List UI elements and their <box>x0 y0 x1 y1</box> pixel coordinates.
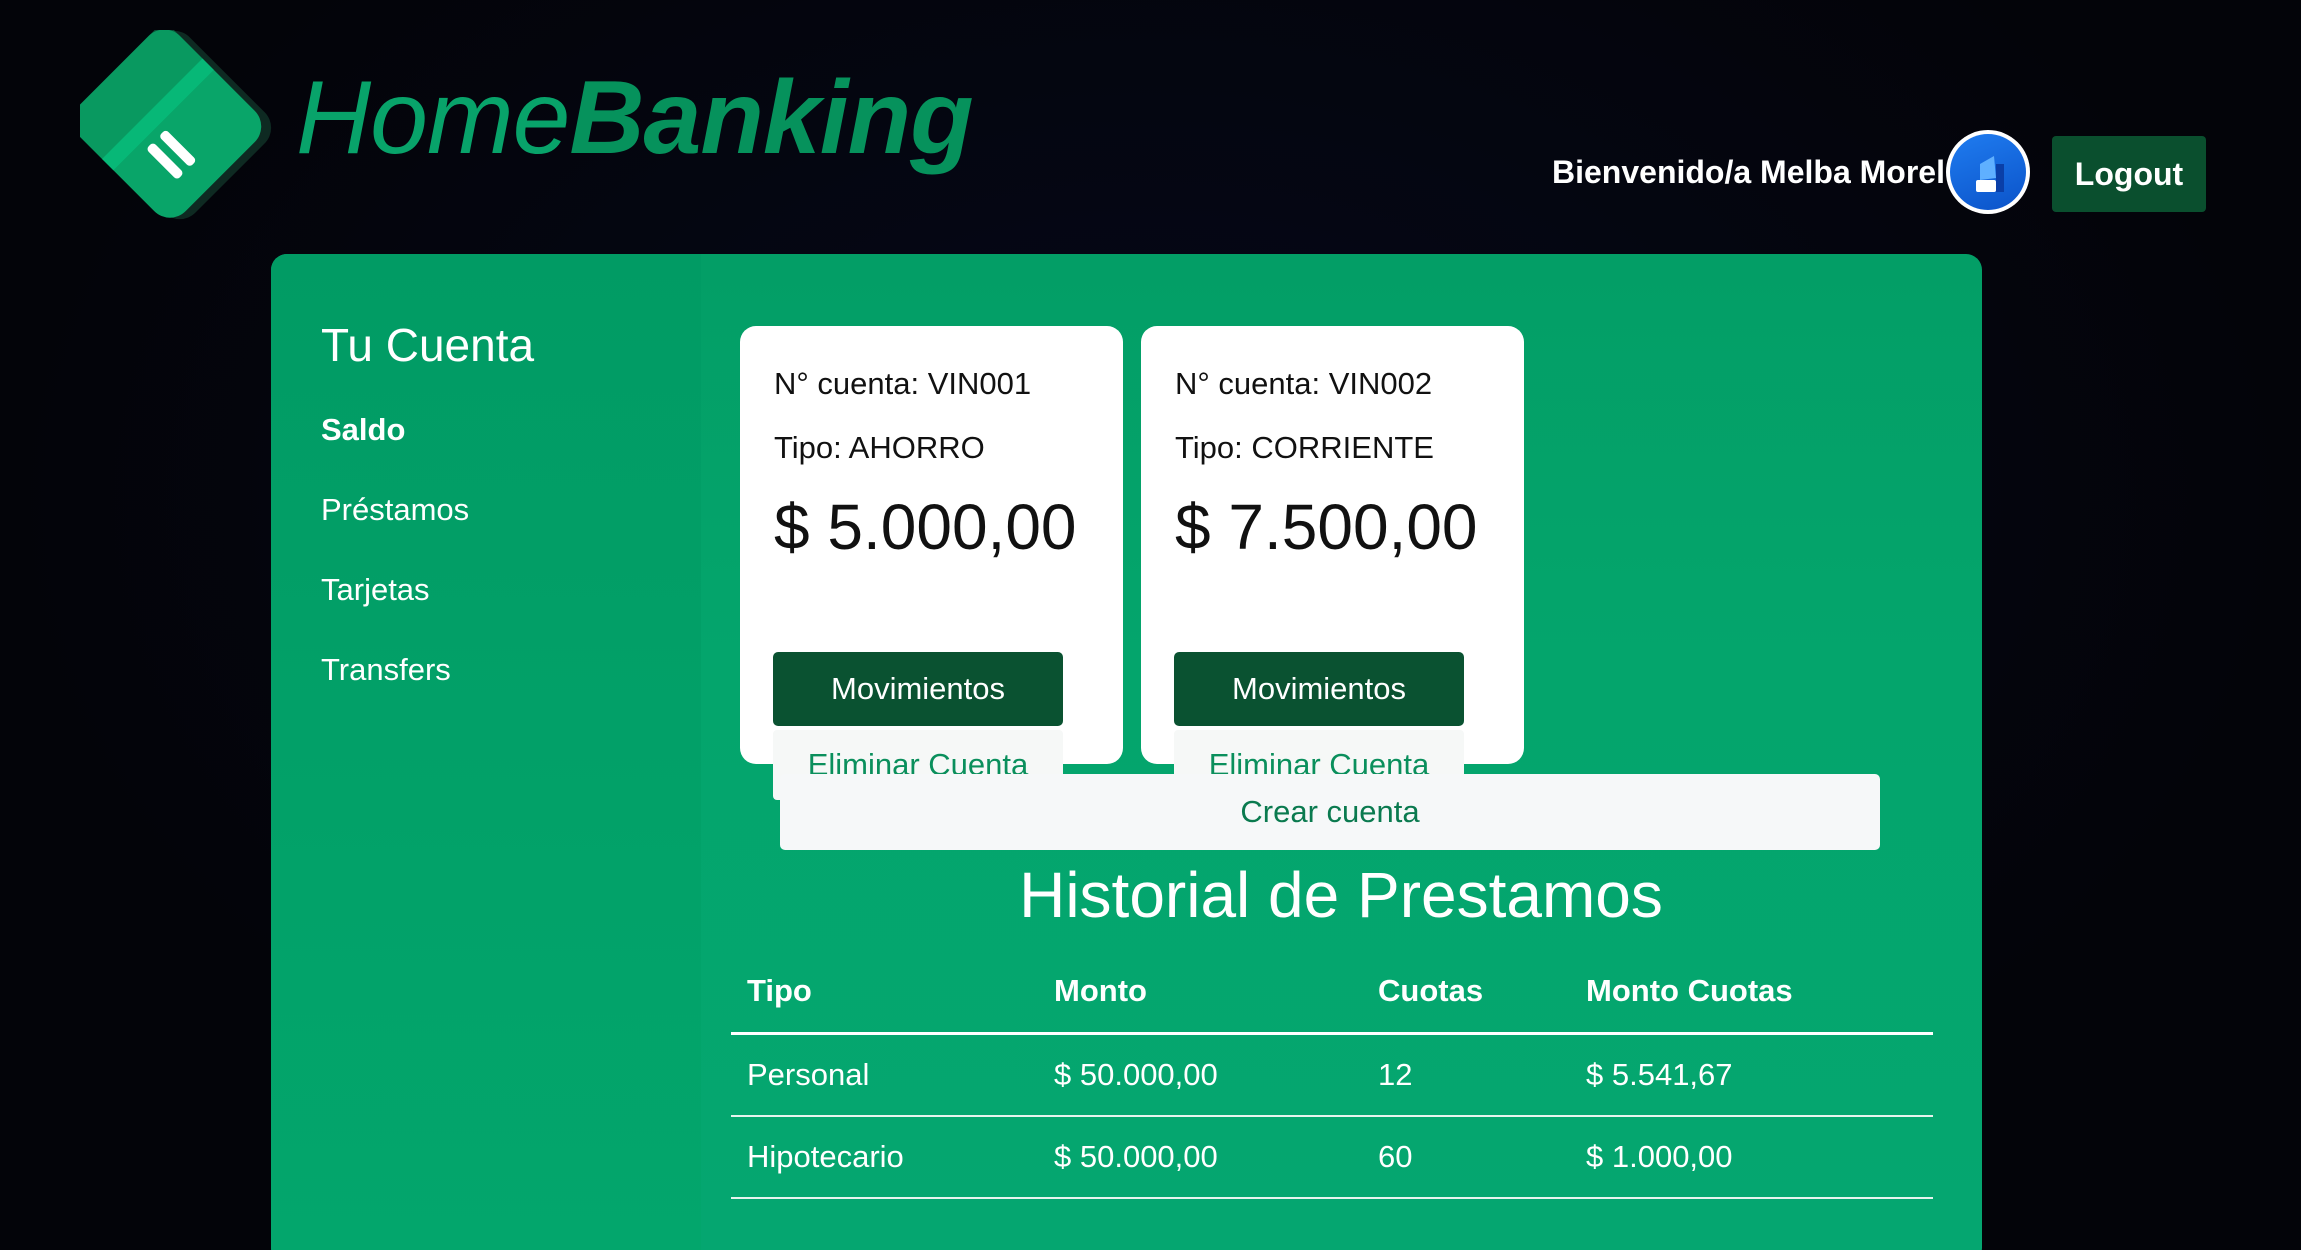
sidebar-item-prestamos[interactable]: Préstamos <box>321 492 469 528</box>
account-panel: Tu Cuenta Saldo Préstamos Tarjetas Trans… <box>271 254 1982 1250</box>
user-avatar-icon <box>1976 156 2004 192</box>
logout-button[interactable]: Logout <box>2052 136 2206 212</box>
account-type: Tipo: CORRIENTE <box>1175 430 1434 465</box>
account-balance: $ 7.500,00 <box>1175 491 1478 563</box>
account-balance: $ 5.000,00 <box>774 491 1077 563</box>
brand-part-home: Home <box>296 60 570 176</box>
column-header-cuotas: Cuotas <box>1362 950 1570 1035</box>
account-card: N° cuenta: VIN001 Tipo: AHORRO $ 5.000,0… <box>740 326 1123 800</box>
account-type: Tipo: AHORRO <box>774 430 985 465</box>
page: HomeBanking Bienvenido/a Melba Morel Log… <box>0 0 2301 1250</box>
sidebar-title: Tu Cuenta <box>321 319 535 371</box>
movements-button[interactable]: Movimientos <box>1174 652 1464 726</box>
loan-installments: 60 <box>1362 1116 1570 1199</box>
create-account-button[interactable]: Crear cuenta <box>780 774 1880 850</box>
sidebar-item-tarjetas[interactable]: Tarjetas <box>321 572 430 608</box>
avatar-image <box>1950 134 2026 210</box>
loan-amount: $ 50.000,00 <box>1038 1116 1362 1199</box>
loan-history-title: Historial de Prestamos <box>1019 859 1663 931</box>
user-avatar[interactable] <box>1946 130 2030 214</box>
loan-type: Hipotecario <box>731 1116 1038 1199</box>
account-number: N° cuenta: VIN001 <box>774 366 1032 401</box>
table-header-row: Tipo Monto Cuotas Monto Cuotas <box>731 950 1933 1035</box>
loan-amount: $ 50.000,00 <box>1038 1033 1362 1117</box>
table-row: Personal $ 50.000,00 12 $ 5.541,67 <box>731 1033 1933 1117</box>
homebanking-logo-icon <box>80 30 272 220</box>
welcome-message: Bienvenido/a Melba Morel <box>1552 154 1945 190</box>
loan-history-table: Tipo Monto Cuotas Monto Cuotas Personal … <box>731 950 1933 1199</box>
table-row: Hipotecario $ 50.000,00 60 $ 1.000,00 <box>731 1116 1933 1199</box>
loan-installment-amount: $ 1.000,00 <box>1570 1116 1933 1199</box>
column-header-monto: Monto <box>1038 950 1362 1035</box>
loan-installments: 12 <box>1362 1033 1570 1117</box>
column-header-monto-cuotas: Monto Cuotas <box>1570 950 1933 1035</box>
sidebar-item-saldo[interactable]: Saldo <box>321 412 405 448</box>
column-header-tipo: Tipo <box>731 950 1038 1035</box>
loan-type: Personal <box>731 1033 1038 1117</box>
brand-part-banking: Banking <box>569 60 973 176</box>
movements-button[interactable]: Movimientos <box>773 652 1063 726</box>
brand-title: HomeBanking <box>296 66 974 170</box>
loan-installment-amount: $ 5.541,67 <box>1570 1033 1933 1117</box>
account-card: N° cuenta: VIN002 Tipo: CORRIENTE $ 7.50… <box>1141 326 1524 800</box>
account-number: N° cuenta: VIN002 <box>1175 366 1433 401</box>
sidebar-item-transfers[interactable]: Transfers <box>321 652 451 688</box>
sidebar: Tu Cuenta Saldo Préstamos Tarjetas Trans… <box>271 254 701 1250</box>
